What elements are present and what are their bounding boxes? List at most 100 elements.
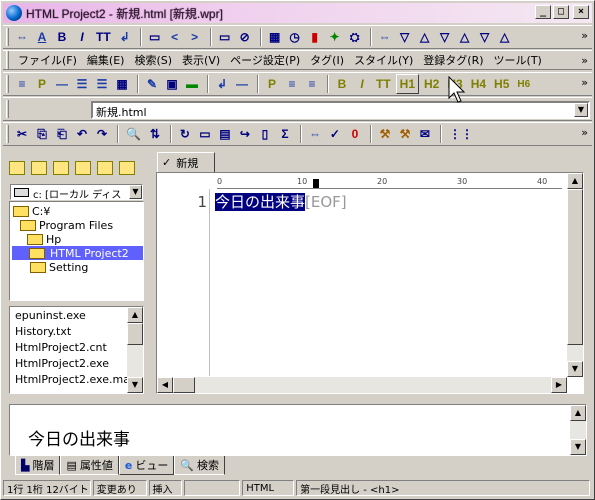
cut-icon[interactable]: ✂: [13, 124, 31, 144]
folder-edit-icon[interactable]: [75, 161, 91, 175]
chevron-more-icon[interactable]: »: [581, 76, 588, 89]
menu-tools[interactable]: ツール(T): [489, 51, 547, 69]
expand-all-icon[interactable]: △: [496, 27, 514, 47]
list-item[interactable]: HtmlProject2.exe: [15, 357, 127, 370]
file-list-scrollbar[interactable]: ▲ ▼: [127, 307, 143, 393]
tool-icon[interactable]: ⚒: [376, 124, 394, 144]
form-icon[interactable]: ✎: [143, 74, 161, 94]
comment-icon[interactable]: ▭: [146, 27, 164, 47]
scroll-up-icon[interactable]: ▲: [570, 405, 586, 421]
scroll-thumb[interactable]: [567, 189, 583, 345]
tree-node[interactable]: C:¥: [13, 204, 50, 218]
table-icon[interactable]: ▦: [113, 74, 131, 94]
h4-button[interactable]: H4: [468, 74, 489, 94]
tag-open-icon[interactable]: <: [166, 27, 184, 47]
tree-node[interactable]: Setting: [30, 260, 88, 274]
menu-registered-tag[interactable]: 登録タグ(R): [418, 51, 488, 69]
validate-icon[interactable]: 0: [346, 124, 364, 144]
minimize-button[interactable]: _: [535, 5, 551, 19]
menu-style[interactable]: スタイル(Y): [349, 51, 418, 69]
scroll-up-icon[interactable]: ▲: [567, 173, 583, 189]
calendar-icon[interactable]: ▦: [266, 27, 284, 47]
convert-icon[interactable]: ⇔: [306, 124, 324, 144]
align-left-icon[interactable]: ≡: [13, 74, 31, 94]
menu-search[interactable]: 検索(S): [129, 51, 177, 69]
horizontal-rule-icon[interactable]: —: [53, 74, 71, 94]
code-editor[interactable]: 0 10 20 30 40 1 今日の出来事[EOF] ▲ ▼ ◀ ▶: [156, 172, 584, 394]
tt-tag-icon[interactable]: TT: [373, 74, 394, 94]
tab-new-document[interactable]: ✓ 新規: [157, 152, 215, 172]
folder-open-icon[interactable]: [97, 161, 113, 175]
chevron-down-icon[interactable]: ▼: [574, 103, 588, 117]
line-break-icon[interactable]: ↲: [116, 27, 134, 47]
find-icon[interactable]: 🔍: [123, 124, 144, 144]
list-item[interactable]: HtmlProject2.cnt: [15, 341, 127, 354]
paragraph-icon[interactable]: P: [33, 74, 51, 94]
chevron-down-icon[interactable]: ▼: [129, 185, 142, 199]
h6-button[interactable]: H6: [514, 74, 533, 94]
italic-tag-icon[interactable]: I: [353, 74, 371, 94]
paragraph-tag-icon[interactable]: P: [263, 74, 281, 94]
teletype-icon[interactable]: TT: [93, 27, 114, 47]
h2-button[interactable]: H2: [421, 74, 442, 94]
tree-node[interactable]: Program Files: [20, 218, 113, 232]
grid-icon[interactable]: ⋮⋮: [446, 124, 476, 144]
folder-up-icon[interactable]: [9, 161, 25, 175]
folder-search-icon[interactable]: [119, 161, 135, 175]
bold-tag-icon[interactable]: B: [333, 74, 351, 94]
list-item[interactable]: HtmlProject2.exe.mani: [15, 373, 127, 386]
chevron-more-icon[interactable]: »: [581, 54, 588, 67]
numbered-list-icon[interactable]: ☰: [93, 74, 111, 94]
copy-icon[interactable]: ⎘: [33, 124, 51, 144]
code-line[interactable]: 今日の出来事[EOF]: [215, 191, 347, 212]
redo-icon[interactable]: ↷: [93, 124, 111, 144]
special-char-icon[interactable]: ✦: [326, 27, 344, 47]
menu-file[interactable]: ファイル(F): [13, 51, 82, 69]
list-item[interactable]: History.txt: [15, 325, 127, 338]
bullet-list-icon[interactable]: ☰: [73, 74, 91, 94]
font-color-icon[interactable]: A: [33, 27, 51, 47]
file-combo[interactable]: 新規.html ▼: [91, 101, 590, 119]
plugin-icon[interactable]: ⛭: [346, 27, 364, 47]
menu-edit[interactable]: 編集(E): [82, 51, 130, 69]
tab-view[interactable]: e ビュー: [118, 456, 175, 475]
tab-hierarchy[interactable]: ▙ 階層: [15, 456, 61, 475]
menu-page-setup[interactable]: ページ設定(P): [225, 51, 305, 69]
br-icon[interactable]: ↲: [213, 74, 231, 94]
menu-view[interactable]: 表示(V): [177, 51, 225, 69]
refresh-icon[interactable]: ↻: [176, 124, 194, 144]
h5-button[interactable]: H5: [491, 74, 512, 94]
close-button[interactable]: ×: [573, 5, 589, 19]
chevron-more-icon[interactable]: »: [581, 29, 588, 42]
chevron-more-icon[interactable]: »: [581, 126, 588, 139]
replace-icon[interactable]: ⇅: [146, 124, 164, 144]
bold-icon[interactable]: B: [53, 27, 71, 47]
tool-alt-icon[interactable]: ⚒: [396, 124, 414, 144]
file-list[interactable]: epuninst.exe History.txt HtmlProject2.cn…: [9, 306, 144, 394]
preview-scrollbar[interactable]: ▲ ▼: [570, 405, 586, 455]
scroll-right-icon[interactable]: ▶: [551, 377, 567, 393]
scroll-up-icon[interactable]: ▲: [127, 307, 143, 323]
page-icon[interactable]: ▭: [216, 27, 234, 47]
sum-icon[interactable]: Σ: [276, 124, 294, 144]
collapse-all-icon[interactable]: ▽: [476, 27, 494, 47]
hr-icon[interactable]: —: [233, 74, 251, 94]
scroll-thumb[interactable]: [127, 323, 143, 345]
drive-selector[interactable]: c: [ローカル ディス ▼: [10, 184, 143, 201]
editor-vscrollbar[interactable]: ▲ ▼: [567, 173, 583, 377]
collapse-down-icon[interactable]: ▽: [436, 27, 454, 47]
scroll-thumb[interactable]: [173, 377, 195, 393]
list-icon[interactable]: ▤: [216, 124, 234, 144]
new-folder-icon[interactable]: [53, 161, 69, 175]
center-icon[interactable]: ≡: [283, 74, 301, 94]
check-icon[interactable]: ✓: [326, 124, 344, 144]
editor-hscrollbar[interactable]: ◀ ▶: [157, 377, 567, 393]
folder-tree[interactable]: C:¥ Program Files Hp HTML Project2 Setti…: [9, 201, 144, 301]
italic-icon[interactable]: I: [73, 27, 91, 47]
move-down-icon[interactable]: ▽: [396, 27, 414, 47]
scroll-down-icon[interactable]: ▼: [127, 377, 143, 393]
document-icon[interactable]: ▯: [256, 124, 274, 144]
tab-attributes[interactable]: ▤ 属性値: [60, 456, 119, 475]
maximize-button[interactable]: □: [553, 5, 569, 19]
scroll-down-icon[interactable]: ▼: [570, 439, 586, 455]
